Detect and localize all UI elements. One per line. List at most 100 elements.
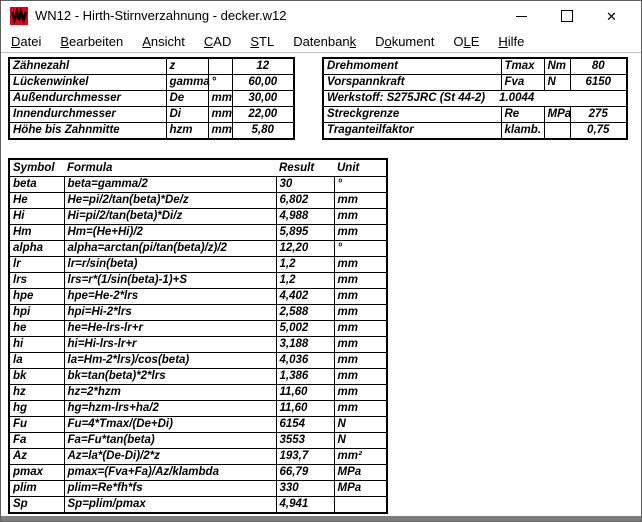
calc-symbol: bk [9, 369, 64, 385]
calc-formula: Sp=plim/pmax [64, 497, 276, 514]
menu-datenbank[interactable]: Datenbank [293, 34, 356, 49]
calc-symbol: plim [9, 481, 64, 497]
calc-row: plim plim=Re*fh*fs 330 MPa [9, 481, 387, 497]
material-number: 1.0044 [499, 92, 534, 104]
calc-row: Az Az=la*(De-Di)/2*z 193,7 mm² [9, 449, 387, 465]
calc-formula: Fu=4*Tmax/(De+Di) [64, 417, 276, 433]
load-unit: N [544, 75, 570, 91]
calc-result: 11,60 [276, 401, 334, 417]
title-bar[interactable]: WN12 - Hirth-Stirnverzahnung - decker.w1… [1, 1, 641, 31]
load-symbol: Fva [501, 75, 544, 91]
menu-dokument[interactable]: Dokument [375, 34, 434, 49]
load-value: 80 [570, 58, 627, 75]
menu-ole[interactable]: OLE [453, 34, 479, 49]
input-symbol: gamma [166, 75, 208, 91]
calc-symbol: Az [9, 449, 64, 465]
calc-unit: mm [334, 257, 387, 273]
material-cell: Werkstoff: S275JRC (St 44-2) 1.0044 [323, 91, 627, 107]
calc-unit: MPa [334, 481, 387, 497]
calc-unit: mm [334, 369, 387, 385]
calc-result: 6154 [276, 417, 334, 433]
calc-symbol: lrs [9, 273, 64, 289]
input-unit [208, 58, 232, 75]
calc-symbol: Sp [9, 497, 64, 514]
calc-result: 3553 [276, 433, 334, 449]
calc-formula: hi=Hi-lrs-lr+r [64, 337, 276, 353]
input-unit: mm [208, 107, 232, 123]
input-unit: ° [208, 75, 232, 91]
calc-formula: lrs=r*(1/sin(beta)-1)+S [64, 273, 276, 289]
calc-symbol: pmax [9, 465, 64, 481]
minimize-icon [516, 16, 527, 17]
calc-formula: He=pi/2/tan(beta)*De/z [64, 193, 276, 209]
calc-result: 1,2 [276, 273, 334, 289]
calc-row: Hm Hm=(He+Hi)/2 5,895 mm [9, 225, 387, 241]
calc-unit: mm [334, 193, 387, 209]
calc-row: hi hi=Hi-lrs-lr+r 3,188 mm [9, 337, 387, 353]
calc-symbol: He [9, 193, 64, 209]
load-row: Vorspannkraft Fva N 6150 [323, 75, 627, 91]
load-label: Traganteilfaktor [323, 123, 501, 140]
calc-unit: mm [334, 273, 387, 289]
calc-result: 11,60 [276, 385, 334, 401]
menu-bearbeiten[interactable]: Bearbeiten [60, 34, 123, 49]
calc-result: 193,7 [276, 449, 334, 465]
minimize-button[interactable] [499, 1, 544, 31]
load-value: 6150 [570, 75, 627, 91]
input-value: 60,00 [232, 75, 294, 91]
calc-symbol: he [9, 321, 64, 337]
calc-row: pmax pmax=(Fva+Fa)/Az/klambda 66,79 MPa [9, 465, 387, 481]
calc-unit: mm [334, 353, 387, 369]
calc-unit: mm [334, 225, 387, 241]
menu-datei[interactable]: Datei [11, 34, 41, 49]
calc-unit: mm [334, 321, 387, 337]
calc-row: Fa Fa=Fu*tan(beta) 3553 N [9, 433, 387, 449]
calc-unit: mm [334, 337, 387, 353]
calc-row: la la=Hm-2*lrs)/cos(beta) 4,036 mm [9, 353, 387, 369]
calc-result: 12,20 [276, 241, 334, 257]
menu-hilfe[interactable]: Hilfe [498, 34, 524, 49]
input-value: 30,00 [232, 91, 294, 107]
menu-cad[interactable]: CAD [204, 34, 231, 49]
input-value: 12 [232, 58, 294, 75]
calc-formula: beta=gamma/2 [64, 177, 276, 193]
calc-row: he he=He-lrs-lr+r 5,002 mm [9, 321, 387, 337]
window-title: WN12 - Hirth-Stirnverzahnung - decker.w1… [35, 1, 286, 31]
calc-symbol: Hm [9, 225, 64, 241]
calc-symbol: hpi [9, 305, 64, 321]
calc-result: 2,588 [276, 305, 334, 321]
calc-unit: ° [334, 241, 387, 257]
input-unit: mm [208, 91, 232, 107]
calc-formula: hpe=He-2*lrs [64, 289, 276, 305]
calculation-table: Symbol Formula Result Unit beta beta=gam… [8, 158, 388, 514]
menu-stl[interactable]: STL [250, 34, 274, 49]
input-label: Innendurchmesser [9, 107, 166, 123]
calc-result: 4,941 [276, 497, 334, 514]
close-button[interactable]: ✕ [589, 1, 634, 31]
calc-formula: plim=Re*fh*fs [64, 481, 276, 497]
calc-row: hpi hpi=Hi-2*lrs 2,588 mm [9, 305, 387, 321]
calc-result: 3,188 [276, 337, 334, 353]
calc-result: 4,036 [276, 353, 334, 369]
calc-result: 5,895 [276, 225, 334, 241]
calc-symbol: hz [9, 385, 64, 401]
calc-result: 1,2 [276, 257, 334, 273]
input-label: Zähnezahl [9, 58, 166, 75]
input-unit: mm [208, 123, 232, 140]
menu-ansicht[interactable]: Ansicht [142, 34, 185, 49]
header-unit: Unit [334, 159, 387, 177]
load-label: Drehmoment [323, 58, 501, 75]
input-parameters-table: Zähnezahl z 12 Lückenwinkel gamma ° 60,0… [8, 57, 295, 140]
input-row: Höhe bis Zahnmitte hzm mm 5,80 [9, 123, 294, 140]
material-label: Werkstoff: S275JRC (St 44-2) [327, 92, 485, 104]
input-symbol: De [166, 91, 208, 107]
load-row: Streckgrenze Re MPa 275 [323, 107, 627, 123]
calc-formula: hz=2*hzm [64, 385, 276, 401]
calc-formula: Hm=(He+Hi)/2 [64, 225, 276, 241]
calc-row: Hi Hi=pi/2/tan(beta)*Di/z 4,988 mm [9, 209, 387, 225]
calc-symbol: hg [9, 401, 64, 417]
maximize-button[interactable] [544, 1, 589, 31]
calc-unit: ° [334, 177, 387, 193]
load-symbol: klamb. [501, 123, 544, 140]
load-symbol: Re [501, 107, 544, 123]
